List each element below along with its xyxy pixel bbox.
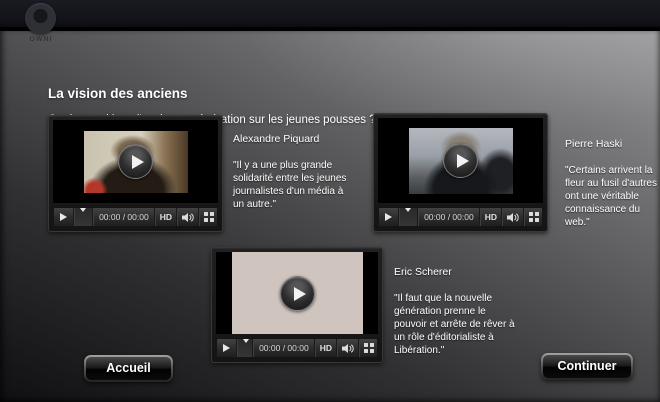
player-controls: 00:00 / 00:00 HD: [378, 207, 543, 227]
play-icon: [294, 287, 306, 301]
video-area[interactable]: [378, 118, 543, 203]
screen: OWNI La vision des anciens Quel regard j…: [0, 0, 660, 402]
owni-logo-icon[interactable]: [25, 3, 56, 34]
volume-icon[interactable]: [177, 208, 199, 226]
video-area[interactable]: [53, 120, 218, 203]
video-player-eric[interactable]: 00:00 / 00:00 HD: [211, 247, 383, 363]
main-panel: La vision des anciens Quel regard jette …: [0, 31, 660, 402]
continue-button[interactable]: Continuer: [541, 353, 633, 380]
continue-button-label: Continuer: [543, 355, 631, 378]
play-button[interactable]: [280, 276, 315, 311]
volume-icon[interactable]: [502, 208, 524, 226]
play-button[interactable]: [443, 143, 478, 178]
video-player-pierre[interactable]: 00:00 / 00:00 HD: [373, 113, 548, 232]
home-button[interactable]: Accueil: [84, 355, 173, 382]
video-player-alexandre[interactable]: 00:00 / 00:00 HD: [48, 115, 223, 232]
play-button[interactable]: [118, 144, 153, 179]
scrubber-handle[interactable]: [80, 208, 86, 212]
hd-button[interactable]: HD: [315, 339, 337, 357]
play-control-icon[interactable]: [54, 208, 74, 226]
scrubber-handle[interactable]: [405, 208, 411, 212]
speaker-name: Pierre Haski: [565, 138, 660, 152]
speaker-quote: "Il y a une plus grande solidarité entre…: [233, 159, 353, 211]
play-control-icon[interactable]: [379, 208, 399, 226]
speaker-quote: "Certains arrivent la fleur au fusil d'a…: [565, 164, 660, 229]
time-display: 00:00 / 00:00: [418, 208, 480, 226]
progress-bar[interactable]: [74, 208, 93, 226]
time-display: 00:00 / 00:00: [253, 339, 315, 357]
top-header-bar: [0, 0, 660, 29]
progress-bar[interactable]: [237, 339, 253, 357]
fullscreen-icon[interactable]: [524, 208, 542, 226]
speaker-quote: "Il faut que la nouvelle génération pren…: [394, 292, 516, 357]
owni-logo-label: OWNI: [25, 36, 57, 43]
play-icon: [132, 155, 144, 169]
play-control-icon[interactable]: [217, 339, 237, 357]
time-display: 00:00 / 00:00: [93, 208, 155, 226]
play-icon: [457, 154, 469, 168]
hd-button[interactable]: HD: [480, 208, 502, 226]
home-button-label: Accueil: [86, 357, 171, 380]
volume-icon[interactable]: [337, 339, 359, 357]
progress-bar[interactable]: [399, 208, 418, 226]
fullscreen-icon[interactable]: [359, 339, 377, 357]
speaker-block-alexandre: Alexandre Piquard "Il y a une plus grand…: [233, 133, 353, 211]
speaker-block-eric: Eric Scherer "Il faut que la nouvelle gé…: [394, 266, 516, 357]
fullscreen-icon[interactable]: [199, 208, 217, 226]
speaker-block-pierre: Pierre Haski "Certains arrivent la fleur…: [565, 138, 660, 229]
speaker-name: Eric Scherer: [394, 266, 516, 280]
page-title: La vision des anciens: [48, 86, 188, 101]
player-controls: 00:00 / 00:00 HD: [53, 207, 218, 227]
scrubber-handle[interactable]: [243, 339, 249, 343]
video-area[interactable]: [216, 252, 378, 334]
speaker-name: Alexandre Piquard: [233, 133, 353, 147]
hd-button[interactable]: HD: [155, 208, 177, 226]
player-controls: 00:00 / 00:00 HD: [216, 338, 378, 358]
